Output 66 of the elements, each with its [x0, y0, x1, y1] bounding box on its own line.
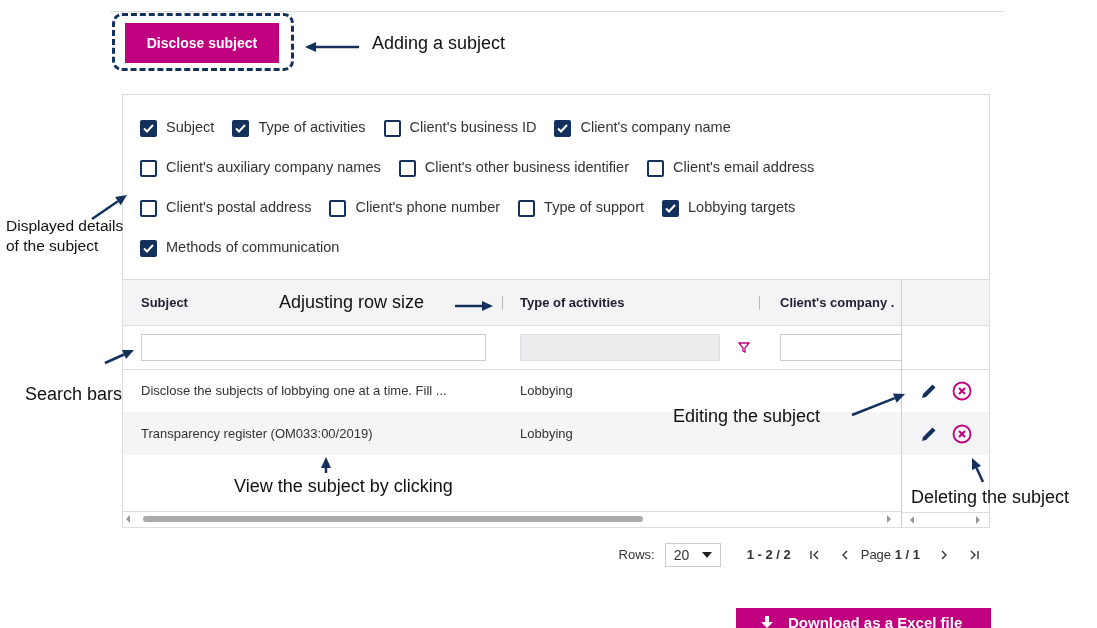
filter-input[interactable] [141, 334, 486, 361]
annotation-arrow [972, 458, 985, 483]
edit-icon[interactable] [920, 382, 938, 400]
delete-icon[interactable] [952, 381, 972, 401]
annotation-text: Displayed details of the subject [6, 216, 125, 256]
column-header[interactable]: Client's company . [780, 292, 895, 313]
annotation-arrow [104, 349, 134, 365]
caret-icon [701, 552, 712, 558]
checkbox[interactable] [329, 199, 347, 217]
download-button[interactable]: Download as a Excel file [736, 608, 991, 628]
download-icon [760, 615, 774, 628]
annotation-text: Editing the subject [673, 405, 821, 428]
check-icon [235, 123, 247, 133]
annotation-text: Search bars [25, 383, 123, 406]
checkbox[interactable] [383, 119, 401, 137]
annotation-text: Adjusting row size [279, 291, 425, 314]
checkbox-label: Client's phone number [355, 198, 501, 218]
disclose-subject-button[interactable]: Disclose subject [125, 23, 279, 63]
checkbox[interactable] [518, 199, 536, 217]
checkbox[interactable] [647, 159, 664, 177]
column-resize-handle[interactable] [502, 295, 503, 310]
annotation-arrow [305, 42, 359, 52]
checkbox-label: Client's email address [673, 158, 815, 178]
column-resize-handle[interactable] [759, 295, 760, 310]
checkbox-label: Client's business ID [409, 118, 537, 138]
table-cell[interactable]: Lobbying [503, 381, 763, 401]
range-text: 1 - 2 / 2 [746, 546, 791, 565]
column-header[interactable]: Subject [141, 292, 188, 313]
checkbox-label: Client's auxiliary company names [166, 158, 381, 178]
rows-label: Rows: [618, 546, 655, 565]
checkbox-label: Client's postal address [166, 198, 312, 218]
page-text: Page 1 / 1 [860, 546, 920, 565]
checkbox[interactable] [662, 199, 680, 217]
checkbox[interactable] [140, 239, 157, 257]
delete-icon[interactable] [952, 423, 972, 444]
check-icon [665, 203, 677, 213]
annotation-arrow [91, 195, 127, 221]
last-page-icon[interactable] [968, 549, 980, 561]
checkbox[interactable] [140, 119, 157, 137]
filter-input[interactable] [780, 334, 901, 361]
rows-per-page-select[interactable]: 20 [664, 543, 721, 567]
filter-icon[interactable] [738, 342, 750, 353]
checkbox-label: Methods of communication [166, 238, 340, 258]
check-icon [143, 123, 154, 133]
annotation-text: Adding a subject [372, 32, 506, 55]
checkbox-label: Subject [166, 118, 215, 138]
checkbox-label: Lobbying targets [688, 198, 796, 218]
checkbox-label: Client's other business identifier [424, 158, 629, 178]
table-cell[interactable]: Transparency register (OM033:00/2019) [123, 423, 503, 444]
annotation-text: Deleting the subject [911, 486, 1070, 509]
check-icon [557, 123, 569, 133]
check-icon [143, 243, 154, 253]
annotation-arrow [851, 393, 905, 417]
first-page-icon[interactable] [808, 549, 821, 561]
checkbox[interactable] [232, 119, 250, 137]
checkbox[interactable] [554, 119, 572, 137]
checkbox-label: Type of activities [258, 118, 366, 138]
annotation-arrow [455, 301, 493, 311]
checkbox[interactable] [140, 159, 157, 177]
checkbox[interactable] [398, 159, 416, 177]
annotation-text: View the subject by clicking [234, 475, 453, 498]
checkbox[interactable] [140, 199, 157, 217]
checkbox-label: Client's company name [580, 118, 731, 138]
checkbox-label: Type of support [544, 198, 645, 218]
table-cell[interactable]: Disclose the subjects of lobbying one at a time. Fill ... [123, 381, 503, 401]
annotation-arrow [321, 457, 331, 473]
